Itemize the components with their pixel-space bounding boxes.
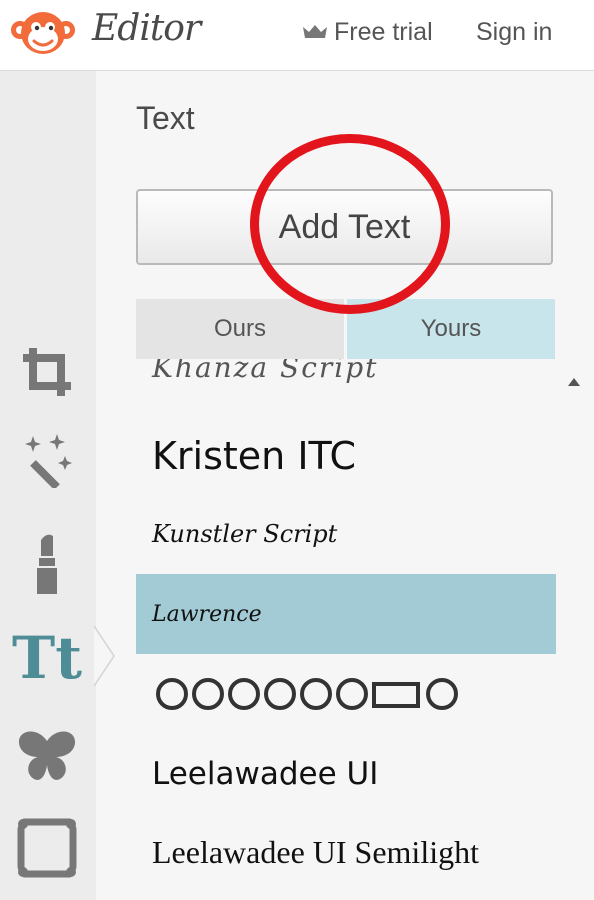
annotation-circle [250, 134, 450, 314]
font-list-item[interactable]: Kunstler Script [136, 499, 556, 569]
font-list-item[interactable]: Kristen ITC [136, 421, 556, 491]
crown-icon [303, 25, 327, 39]
magic-wand-icon [25, 434, 72, 488]
crop-icon [23, 348, 71, 396]
font-list-item[interactable]: Khanza Script [136, 359, 556, 397]
tool-sidebar: Tt [0, 71, 97, 900]
scroll-up-arrow-icon[interactable] [568, 378, 580, 386]
ornament-font-preview-icon [156, 678, 458, 710]
brand-name: Editor [92, 8, 201, 49]
frame-tool-button[interactable] [14, 815, 80, 881]
butterfly-icon [18, 731, 76, 780]
font-list-item[interactable]: Leelawadee UI [136, 739, 556, 809]
effects-tool-button[interactable] [14, 427, 80, 493]
overlay-tool-button[interactable] [14, 723, 80, 789]
top-bar: Editor Free trial Sign in [0, 0, 594, 71]
font-list: Khanza Script Kristen ITC Kunstler Scrip… [136, 359, 556, 900]
text-tool-icon: Tt [12, 624, 82, 692]
sign-in-link[interactable]: Sign in [476, 18, 552, 47]
active-tool-pointer [94, 626, 115, 686]
font-list-item[interactable]: Leelawadee UI Semilight [136, 817, 556, 887]
free-trial-link[interactable]: Free trial [302, 18, 433, 47]
free-trial-label: Free trial [334, 18, 433, 46]
font-list-item-selected[interactable]: Lawrence [136, 574, 556, 654]
lipstick-icon [37, 534, 57, 594]
tab-ours[interactable]: Ours [136, 299, 344, 359]
panel-title: Text [136, 100, 195, 136]
crop-tool-button[interactable] [14, 339, 80, 405]
touch-up-tool-button[interactable] [14, 531, 80, 597]
monkey-logo-icon[interactable] [10, 8, 76, 58]
font-list-item[interactable] [136, 659, 556, 729]
frame-icon [17, 818, 77, 878]
text-tool-button[interactable]: Tt [12, 624, 82, 692]
